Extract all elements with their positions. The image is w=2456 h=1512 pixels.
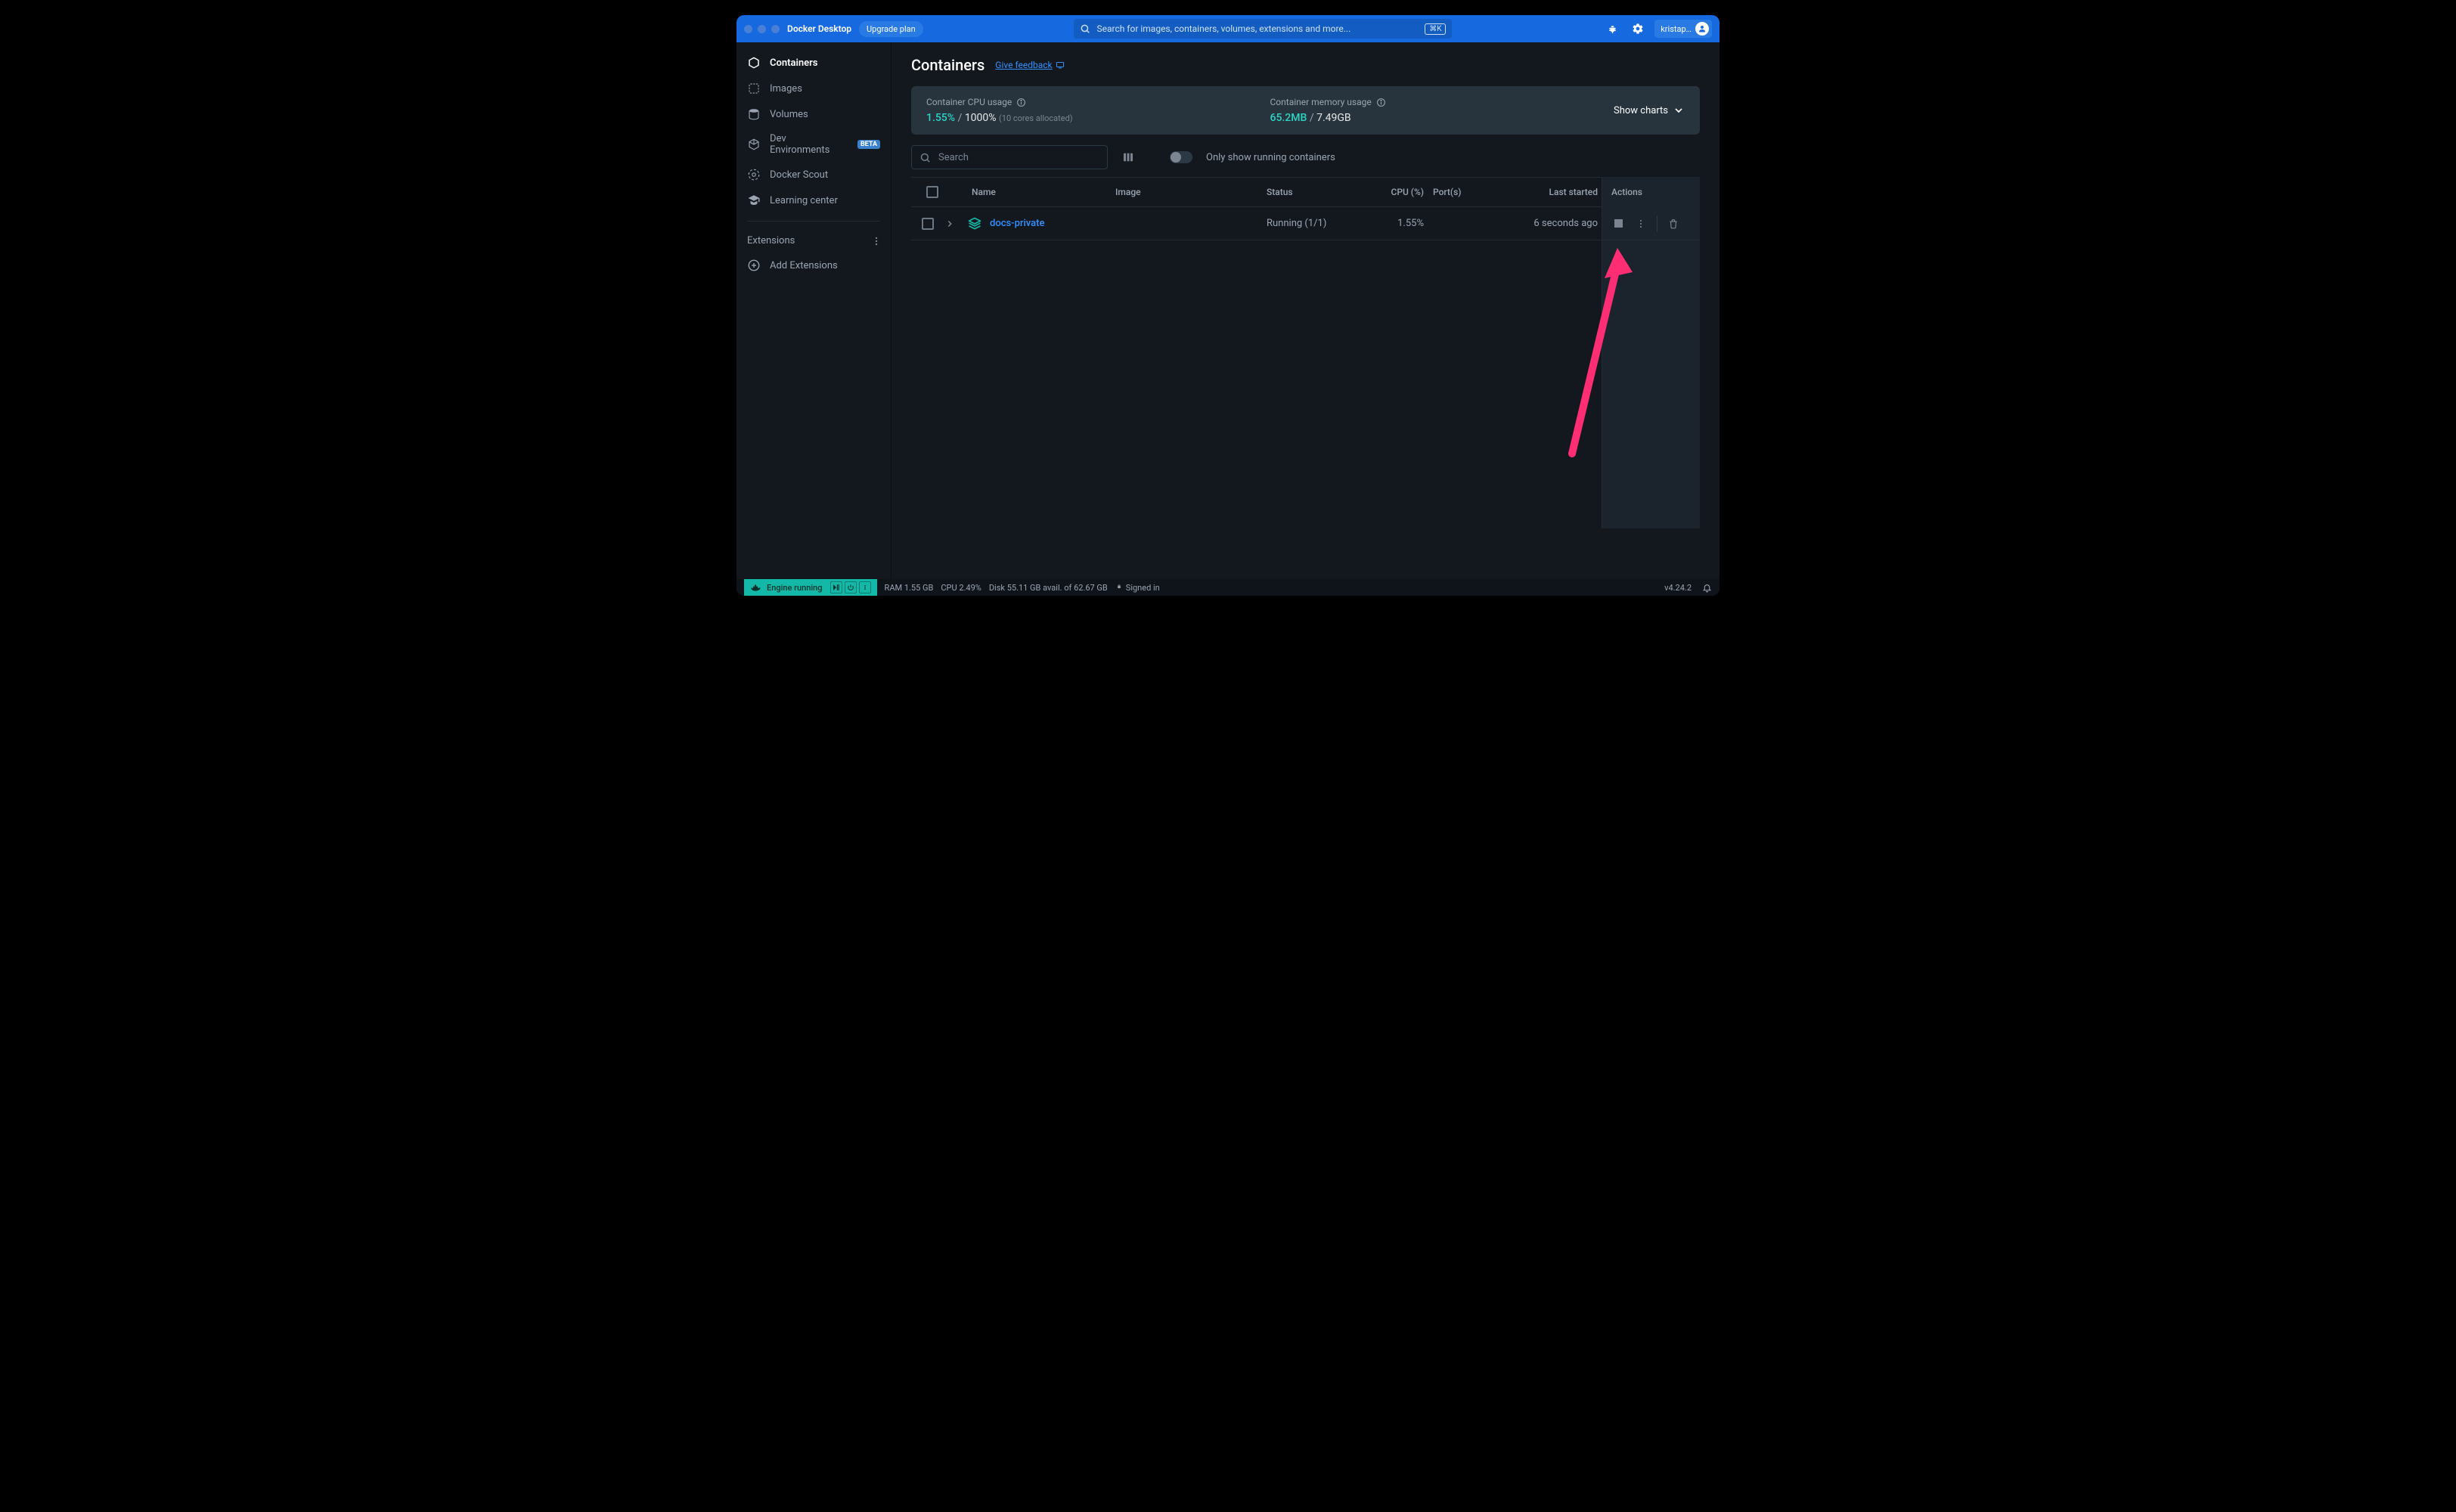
sidebar-item-scout[interactable]: Docker Scout bbox=[736, 162, 891, 187]
row-status: Running (1/1) bbox=[1262, 218, 1368, 229]
traffic-max[interactable] bbox=[771, 25, 780, 33]
give-feedback-link[interactable]: Give feedback bbox=[995, 60, 1064, 70]
cpu-usage-hint: (10 cores allocated) bbox=[999, 113, 1073, 123]
columns-toggle-button[interactable] bbox=[1121, 150, 1135, 164]
search-icon bbox=[919, 152, 931, 163]
sidebar-item-label: Learning center bbox=[770, 195, 838, 206]
row-expand-chevron[interactable] bbox=[944, 218, 967, 229]
engine-play-pause[interactable] bbox=[830, 581, 842, 593]
row-checkbox[interactable] bbox=[922, 218, 934, 230]
sidebar-item-label: Docker Scout bbox=[770, 169, 828, 181]
search-placeholder: Search for images, containers, volumes, … bbox=[1096, 23, 1350, 34]
status-cpu: CPU 2.49% bbox=[941, 583, 981, 593]
container-icon bbox=[747, 56, 761, 70]
row-cpu: 1.55% bbox=[1368, 218, 1428, 229]
cpu-usage-total: 1000% bbox=[965, 112, 997, 124]
table-search-input[interactable]: Search bbox=[911, 145, 1108, 169]
cpu-usage-label: Container CPU usage bbox=[926, 97, 1012, 107]
upgrade-plan-button[interactable]: Upgrade plan bbox=[859, 21, 923, 37]
col-image[interactable]: Image bbox=[1111, 187, 1262, 197]
extensions-menu-icon[interactable] bbox=[871, 236, 882, 246]
col-name[interactable]: Name bbox=[967, 187, 1111, 197]
columns-icon bbox=[1121, 150, 1135, 164]
sidebar-item-label: Containers bbox=[770, 57, 817, 69]
vertical-dots-icon bbox=[1636, 218, 1646, 229]
status-signed: Signed in bbox=[1126, 583, 1160, 593]
account-name: kristap… bbox=[1661, 24, 1692, 34]
running-only-toggle[interactable] bbox=[1170, 151, 1192, 163]
sidebar-item-label: Volumes bbox=[770, 109, 808, 120]
engine-power[interactable] bbox=[845, 581, 857, 593]
add-extensions-button[interactable]: Add Extensions bbox=[736, 253, 891, 278]
extensions-label: Extensions bbox=[747, 235, 795, 246]
running-only-label: Only show running containers bbox=[1206, 152, 1335, 163]
cpu-usage-value: 1.55% bbox=[926, 112, 955, 124]
mem-usage-total: 7.49GB bbox=[1316, 112, 1351, 124]
engine-status[interactable]: Engine running bbox=[744, 579, 877, 596]
info-icon[interactable] bbox=[1376, 98, 1386, 107]
whale-icon bbox=[750, 583, 762, 592]
stack-icon bbox=[967, 216, 982, 231]
scout-icon bbox=[747, 168, 761, 181]
container-name-link[interactable]: docs-private bbox=[990, 218, 1044, 229]
table-row[interactable]: docs-private Running (1/1) 1.55% 6 secon… bbox=[911, 207, 1700, 240]
sidebar-item-learning[interactable]: Learning center bbox=[736, 187, 891, 213]
stop-button[interactable] bbox=[1608, 214, 1628, 234]
row-menu-button[interactable] bbox=[1631, 214, 1651, 234]
plus-circle-icon bbox=[747, 259, 761, 272]
chevron-right-icon bbox=[944, 218, 955, 229]
delete-button[interactable] bbox=[1664, 214, 1683, 234]
sidebar-item-containers[interactable]: Containers bbox=[736, 50, 891, 76]
traffic-min[interactable] bbox=[758, 25, 766, 33]
row-last-started: 6 seconds ago bbox=[1504, 218, 1602, 229]
traffic-close[interactable] bbox=[744, 25, 752, 33]
stop-icon bbox=[1614, 219, 1623, 228]
info-icon[interactable] bbox=[1016, 98, 1026, 107]
beta-badge: BETA bbox=[857, 140, 880, 149]
trash-icon bbox=[1668, 218, 1679, 229]
show-charts-toggle[interactable]: Show charts bbox=[1614, 104, 1685, 116]
engine-menu[interactable] bbox=[859, 581, 871, 593]
status-disk: Disk 55.11 GB avail. of 62.67 GB bbox=[989, 583, 1108, 593]
status-ram: RAM 1.55 GB bbox=[885, 583, 934, 593]
search-shortcut: ⌘K bbox=[1425, 23, 1446, 35]
settings-icon[interactable] bbox=[1629, 20, 1647, 38]
mem-usage-value: 65.2MB bbox=[1270, 112, 1307, 124]
sidebar-item-dev-env[interactable]: Dev Environments BETA bbox=[736, 127, 891, 162]
table-search-placeholder: Search bbox=[938, 152, 969, 163]
volumes-icon bbox=[747, 107, 761, 121]
page-title: Containers bbox=[911, 56, 985, 74]
col-ports[interactable]: Port(s) bbox=[1428, 187, 1504, 197]
select-all-checkbox[interactable] bbox=[926, 186, 938, 198]
plug-icon bbox=[1115, 584, 1123, 591]
sidebar-item-images[interactable]: Images bbox=[736, 76, 891, 101]
add-extensions-label: Add Extensions bbox=[770, 260, 838, 271]
col-status[interactable]: Status bbox=[1262, 187, 1368, 197]
images-icon bbox=[747, 82, 761, 95]
status-version: v4.24.2 bbox=[1664, 583, 1692, 593]
account-menu[interactable]: kristap… bbox=[1654, 20, 1712, 38]
bell-icon[interactable] bbox=[1702, 583, 1712, 593]
sidebar-item-volumes[interactable]: Volumes bbox=[736, 101, 891, 127]
learning-icon bbox=[747, 194, 761, 207]
devenv-icon bbox=[747, 138, 761, 151]
sidebar-item-label: Dev Environments bbox=[770, 133, 845, 156]
col-last-started[interactable]: Last started bbox=[1504, 187, 1602, 197]
window-controls[interactable] bbox=[744, 25, 780, 33]
mem-usage-label: Container memory usage bbox=[1270, 97, 1372, 107]
chevron-down-icon bbox=[1673, 104, 1685, 116]
search-icon bbox=[1080, 23, 1090, 34]
global-search[interactable]: Search for images, containers, volumes, … bbox=[1074, 19, 1452, 39]
feedback-icon bbox=[1056, 60, 1065, 70]
bug-icon[interactable] bbox=[1603, 20, 1621, 38]
app-title: Docker Desktop bbox=[787, 23, 851, 34]
stats-card: Container CPU usage 1.55% / 1000% (10 co… bbox=[911, 86, 1700, 135]
avatar-icon bbox=[1695, 22, 1709, 36]
sidebar-item-label: Images bbox=[770, 83, 802, 94]
col-cpu[interactable]: CPU (%) bbox=[1368, 187, 1428, 197]
col-actions: Actions bbox=[1602, 187, 1693, 197]
